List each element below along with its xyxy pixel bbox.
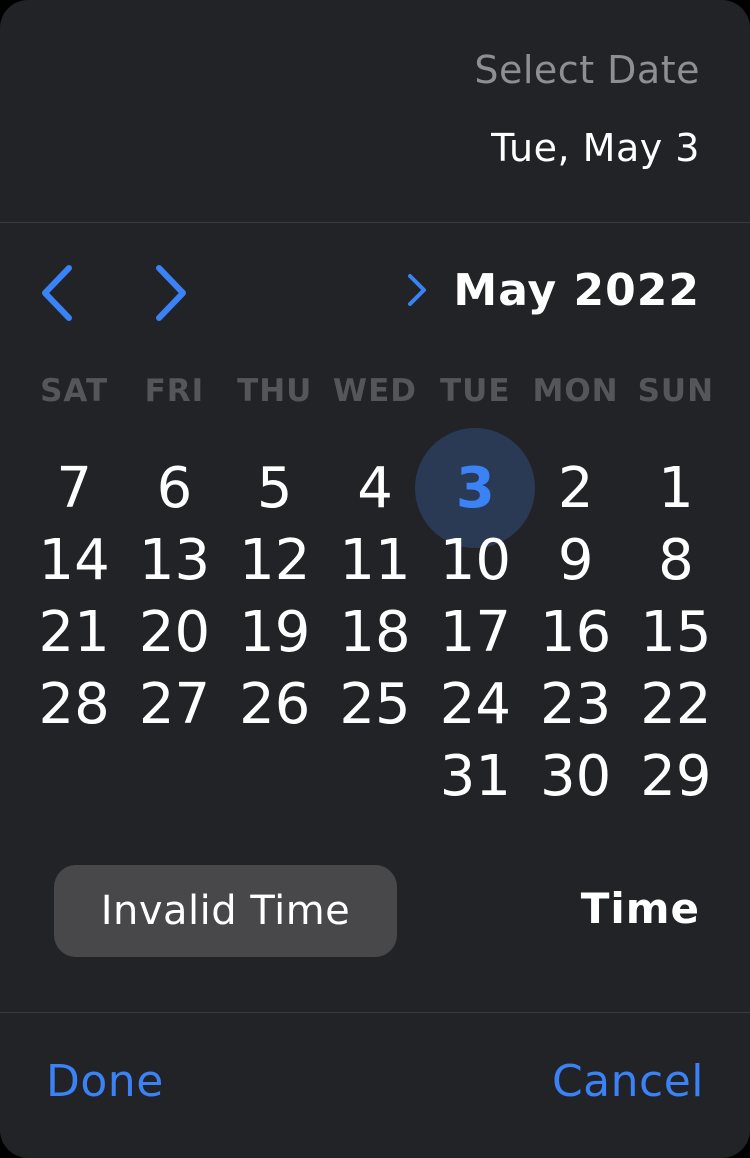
day-cell[interactable]: 2 — [525, 452, 625, 524]
day-cell[interactable]: 6 — [124, 452, 224, 524]
day-cell[interactable]: 24 — [425, 668, 525, 740]
day-number: 24 — [439, 671, 511, 737]
day-number: 22 — [640, 671, 712, 737]
day-cell[interactable]: 8 — [626, 524, 726, 596]
next-month-button[interactable] — [136, 258, 206, 328]
day-number: 3 — [455, 455, 495, 521]
day-number: 23 — [540, 671, 612, 737]
day-cell[interactable]: 11 — [325, 524, 425, 596]
weekday-header-row: SAT FRI THU WED TUE MON SUN — [24, 366, 726, 416]
day-cell-empty — [325, 740, 425, 812]
day-cell[interactable]: 9 — [525, 524, 625, 596]
day-number: 8 — [658, 527, 694, 593]
day-number: 11 — [339, 527, 411, 593]
day-number: 13 — [138, 527, 211, 593]
day-cell[interactable]: 1 — [626, 452, 726, 524]
time-value-button[interactable]: Invalid Time — [54, 865, 397, 957]
footer-divider — [0, 1012, 750, 1013]
day-cell[interactable]: 7 — [24, 452, 124, 524]
weekday-label: FRI — [144, 373, 205, 409]
day-number: 5 — [256, 455, 293, 521]
day-number: 31 — [439, 743, 511, 809]
day-number: 17 — [439, 599, 511, 665]
day-cell[interactable]: 20 — [124, 596, 224, 668]
chevron-right-icon — [156, 265, 186, 321]
day-number: 10 — [439, 527, 511, 593]
day-cell[interactable]: 12 — [225, 524, 325, 596]
day-cell[interactable]: 16 — [525, 596, 625, 668]
weekday-label: THU — [237, 373, 313, 409]
day-cell-selected[interactable]: 3 — [415, 428, 536, 548]
day-number: 7 — [56, 455, 92, 521]
day-cell[interactable]: 29 — [626, 740, 726, 812]
day-number: 20 — [138, 599, 211, 665]
day-number: 29 — [640, 743, 712, 809]
day-cell[interactable]: 13 — [124, 524, 224, 596]
month-year-selector[interactable]: May 2022 — [405, 262, 700, 318]
weekday-label: TUE — [440, 373, 511, 409]
day-cell[interactable]: 27 — [124, 668, 224, 740]
day-cell[interactable]: 25 — [325, 668, 425, 740]
day-number: 28 — [38, 671, 110, 737]
day-cell[interactable]: 10 — [425, 524, 525, 596]
day-cell[interactable]: 15 — [626, 596, 726, 668]
day-grid: 7 6 5 4 3 2 1 14 13 12 11 10 9 8 21 20 19 18 17 16 15 28 27 26 2… — [24, 428, 726, 812]
day-cell[interactable]: 22 — [626, 668, 726, 740]
chevron-right-icon — [405, 270, 433, 310]
day-number: 16 — [540, 599, 612, 665]
day-cell[interactable]: 4 — [325, 452, 425, 524]
done-button[interactable]: Done — [46, 1056, 164, 1107]
weekday-label: MON — [532, 373, 619, 409]
day-cell-empty — [225, 740, 325, 812]
day-cell[interactable]: 5 — [225, 452, 325, 524]
day-number: 9 — [557, 527, 594, 593]
chevron-left-icon — [42, 265, 72, 321]
day-cell[interactable]: 26 — [225, 668, 325, 740]
cancel-button[interactable]: Cancel — [552, 1056, 704, 1107]
header-divider — [0, 222, 750, 223]
day-number: 30 — [540, 743, 612, 809]
day-cell[interactable]: 14 — [24, 524, 124, 596]
day-number: 19 — [239, 599, 311, 665]
day-cell[interactable]: 28 — [24, 668, 124, 740]
day-cell[interactable]: 31 — [425, 740, 525, 812]
day-number: 2 — [557, 455, 594, 521]
day-number: 18 — [339, 599, 411, 665]
day-cell[interactable]: 18 — [325, 596, 425, 668]
day-cell[interactable]: 19 — [225, 596, 325, 668]
header-label: Select Date — [474, 48, 700, 92]
previous-month-button[interactable] — [22, 258, 92, 328]
weekday-label: SAT — [40, 373, 109, 409]
month-title: May 2022 — [453, 264, 700, 316]
date-picker-sheet: Select Date Tue, May 3 May 2022 SAT FRI TH… — [0, 0, 750, 1158]
day-cell[interactable]: 21 — [24, 596, 124, 668]
time-label: Time — [580, 884, 700, 933]
day-number: 26 — [239, 671, 311, 737]
day-number: 4 — [357, 455, 393, 521]
day-number: 1 — [658, 455, 694, 521]
day-number: 15 — [640, 599, 712, 665]
day-cell[interactable]: 23 — [525, 668, 625, 740]
day-cell-empty — [24, 740, 124, 812]
weekday-label: WED — [332, 373, 418, 409]
selected-date-display: Tue, May 3 — [491, 126, 700, 170]
day-number: 27 — [138, 671, 211, 737]
day-cell[interactable]: 17 — [425, 596, 525, 668]
weekday-label: SUN — [637, 373, 715, 409]
day-number: 25 — [339, 671, 411, 737]
day-cell-empty — [124, 740, 224, 812]
day-number: 21 — [38, 599, 110, 665]
day-number: 12 — [239, 527, 311, 593]
day-cell[interactable]: 30 — [525, 740, 625, 812]
day-number: 6 — [156, 455, 193, 521]
day-number: 14 — [38, 527, 110, 593]
